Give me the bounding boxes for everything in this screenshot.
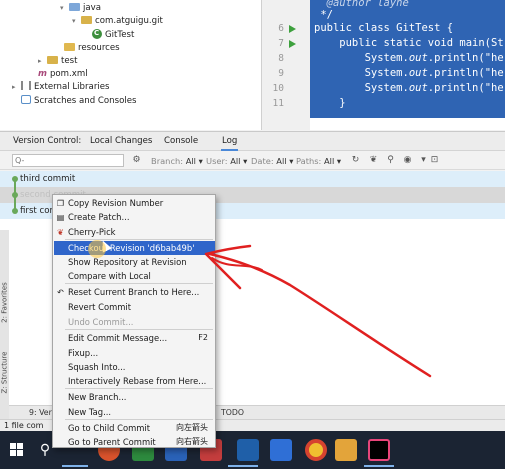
red-annotation-arrow [204, 244, 432, 378]
cursor-highlight [88, 240, 106, 258]
